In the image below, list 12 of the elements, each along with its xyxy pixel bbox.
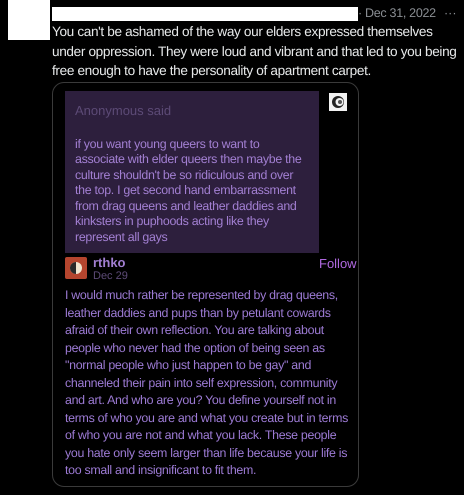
avatar-icon <box>329 93 347 111</box>
tweet-text: You can't be ashamed of the way our elders expressed themselves under oppression. They were loud and vibrant and that led to you being free enough to have the personality of apartment carpet. <box>52 23 458 80</box>
author-name[interactable]: rthko <box>93 255 126 270</box>
redaction-block <box>8 0 50 40</box>
more-button[interactable]: ··· <box>444 5 456 21</box>
question-text: if you want young queers to want to associate with elder queers then maybe the culture shouldn't be so ridiculous and over the top. I get second hand embarrassment from drag queens and leather daddies and kinksters in puphoods acting like they represent all gays <box>75 136 302 245</box>
post-date: Dec 29 <box>93 270 128 283</box>
asker-label: Anonymous said <box>75 102 172 120</box>
tweet-date: · Dec 31, 2022 <box>358 5 436 21</box>
follow-button[interactable]: Follow <box>319 254 357 274</box>
avatar-icon <box>65 257 87 279</box>
answer-text: I would much rather be represented by drag queens, leather daddies and pups than by petulant cowards afraid of their own reflection. You are talking about people who never had the option of being seen as "normal people who just happen to be gay" and channeled their pain into self expression, community and art. And who are you? You define yourself not in terms of who you are and what you create but in terms of who you are not and what you lack. These people you hate only seem larger than life because your life is too small and insignificant to fit them. <box>65 287 350 479</box>
